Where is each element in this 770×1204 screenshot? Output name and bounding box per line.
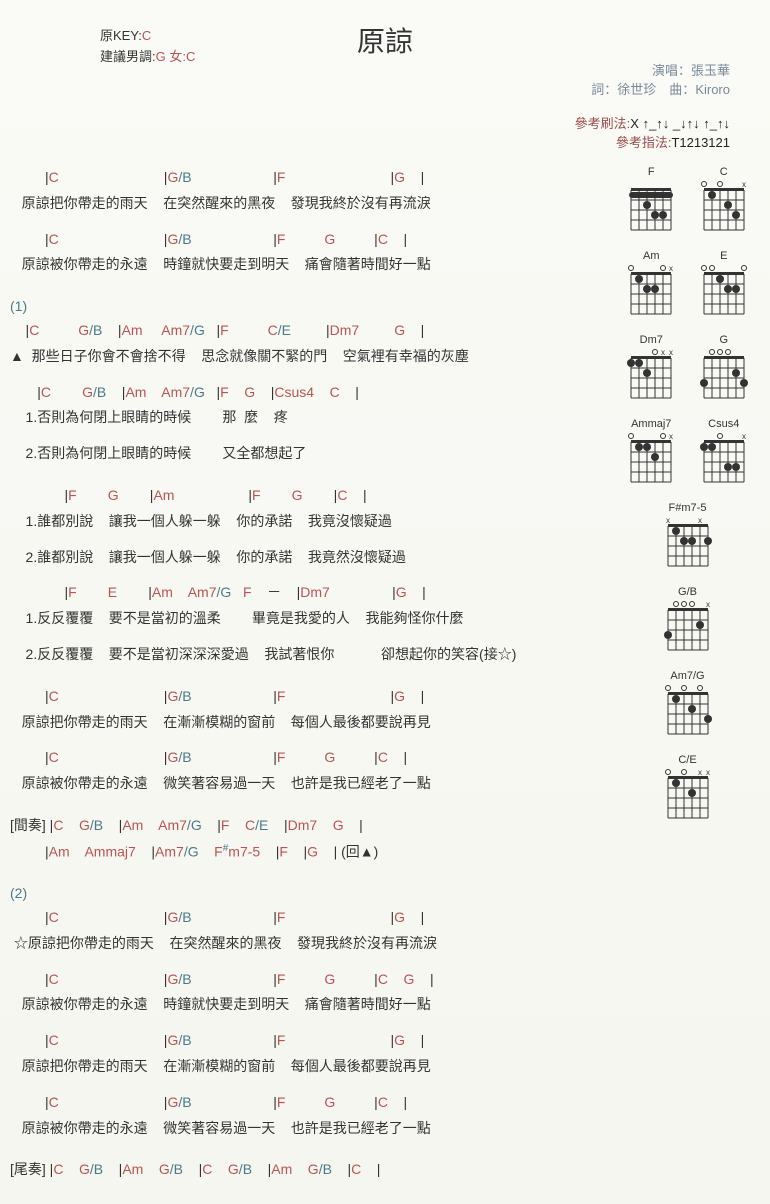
svg-text:x: x [706, 600, 710, 609]
chord-diagram: Cx [699, 166, 749, 235]
svg-text:x: x [706, 768, 710, 777]
chord-diagram: F [626, 166, 676, 235]
chord-diagram: Dm7xx [626, 334, 676, 403]
chord-diagram: Am7/G [663, 670, 713, 739]
svg-text:x: x [669, 348, 673, 357]
svg-text:x: x [669, 432, 673, 441]
chord-diagram: G [699, 334, 749, 403]
svg-text:x: x [666, 516, 670, 525]
key-info: 原KEY:C 建議男調:G 女:C [100, 25, 195, 67]
chord-diagram: Amx [626, 250, 676, 319]
chord-diagram: F#m7-5xx [663, 502, 713, 571]
svg-text:x: x [742, 432, 746, 441]
chord-diagram: Ammaj7x [626, 418, 676, 487]
svg-text:x: x [742, 180, 746, 189]
chord-diagram: Csus4x [699, 418, 749, 487]
svg-text:x: x [698, 768, 702, 777]
chord-diagrams: FCx AmxE Dm7xxG Ammaj7xCsus4x F#m7-5xx G… [615, 166, 760, 1184]
chord-sheet: |C |G/B |F |G | 原諒把你帶走的雨天 在突然醒來的黑夜 發現我終於… [10, 166, 610, 1184]
svg-text:x: x [661, 348, 665, 357]
svg-text:x: x [669, 264, 673, 273]
svg-text:x: x [698, 516, 702, 525]
chord-diagram: G/Bx [663, 586, 713, 655]
chord-diagram: C/Exx [663, 754, 713, 823]
chord-diagram: E [699, 250, 749, 319]
play-patterns: 參考刷法:X ↑_↑↓ _↓↑↓ ↑_↑↓ 參考指法:T1213121 [10, 113, 730, 151]
